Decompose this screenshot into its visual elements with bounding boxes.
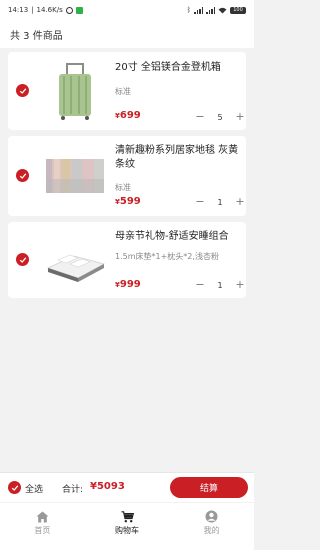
increase-button[interactable]: + [234, 279, 246, 291]
luggage-image[interactable] [44, 60, 106, 122]
product-spec: 1.5m床垫*1+枕头*2,浅杏粉 [115, 252, 219, 261]
decrease-button[interactable]: − [194, 111, 206, 123]
checkout-button[interactable]: 结算 [170, 477, 248, 498]
quantity-stepper: − 1 + [194, 278, 246, 292]
bluetooth-icon: ᛒ [186, 6, 191, 14]
signal-icon-1 [194, 6, 203, 14]
tab-home-label: 首页 [34, 525, 51, 535]
product-price: ¥599 [115, 196, 141, 207]
page-title: 共 3 件商品 [10, 30, 63, 42]
select-all-label[interactable]: 全选 [25, 482, 43, 495]
tab-cart[interactable]: 购物车 [85, 503, 170, 543]
rug-image[interactable] [44, 145, 106, 207]
tab-home[interactable]: 首页 [0, 503, 85, 543]
decrease-button[interactable]: − [194, 279, 206, 291]
tab-profile[interactable]: 我的 [169, 503, 254, 543]
check-icon [19, 256, 26, 263]
product-name[interactable]: 20寸 全铝镁合金登机箱 [115, 61, 245, 75]
status-net-speed: 14.6K/s [36, 6, 63, 14]
check-icon [19, 87, 26, 94]
increase-button[interactable]: + [234, 111, 246, 123]
bottom-tab-bar: 首页 购物车 我的 [0, 503, 254, 543]
cart-icon [121, 510, 134, 522]
increase-button[interactable]: + [234, 196, 246, 208]
wechat-icon [75, 6, 83, 14]
quantity-value[interactable]: 1 [206, 198, 234, 207]
checkout-bar: 全选 合计: ¥5093 结算 [0, 472, 254, 502]
price-value: 699 [119, 110, 141, 121]
user-icon [205, 510, 218, 523]
status-time: 14:13 [8, 6, 29, 14]
price-value: 599 [119, 196, 141, 207]
status-separator: | [31, 6, 34, 14]
product-price: ¥699 [115, 110, 141, 121]
product-spec: 标准 [115, 87, 131, 96]
check-icon [19, 172, 26, 179]
product-price: ¥999 [115, 279, 141, 290]
quantity-stepper: − 5 + [194, 110, 246, 124]
tab-profile-label: 我的 [203, 526, 220, 535]
cart-header: 共 3 件商品 [0, 20, 254, 48]
check-icon [11, 484, 18, 491]
cart-item-bedding: 母亲节礼物-舒适安睡组合 1.5m床垫*1+枕头*2,浅杏粉 ¥999 − 1 … [8, 222, 246, 298]
cart-item-luggage: 20寸 全铝镁合金登机箱 标准 ¥699 − 5 + [8, 52, 246, 130]
battery-level: 100 [233, 6, 243, 13]
status-left: 14:13 | 14.6K/s [8, 6, 83, 14]
product-name[interactable]: 母亲节礼物-舒适安睡组合 [115, 230, 245, 244]
wifi-icon [218, 7, 227, 13]
price-value: 999 [119, 279, 141, 290]
item-checkbox[interactable] [16, 84, 29, 97]
total-label: 合计: [62, 485, 84, 495]
alarm-icon [65, 6, 73, 14]
quantity-value[interactable]: 1 [206, 281, 234, 290]
battery-icon: 100 [230, 6, 246, 14]
item-checkbox[interactable] [16, 169, 29, 182]
cart-item-rug: 清新趣粉系列居家地毯 灰黄条纹 标准 ¥599 − 1 + [8, 136, 246, 216]
item-checkbox[interactable] [16, 253, 29, 266]
select-all-checkbox[interactable] [8, 481, 21, 494]
bedding-image[interactable] [44, 230, 106, 292]
status-bar: 14:13 | 14.6K/s ᛒ 100 [0, 0, 254, 20]
product-name[interactable]: 清新趣粉系列居家地毯 灰黄条纹 [115, 144, 245, 172]
status-right: ᛒ 100 [187, 6, 246, 14]
quantity-value[interactable]: 5 [206, 113, 234, 122]
signal-icon-2 [206, 6, 215, 14]
product-spec: 标准 [115, 183, 131, 192]
quantity-stepper: − 1 + [194, 195, 246, 209]
total-value: ¥5093 [90, 481, 125, 492]
system-nav-area [0, 543, 254, 550]
tab-cart-label: 购物车 [115, 525, 139, 535]
decrease-button[interactable]: − [194, 196, 206, 208]
home-icon [36, 511, 49, 522]
